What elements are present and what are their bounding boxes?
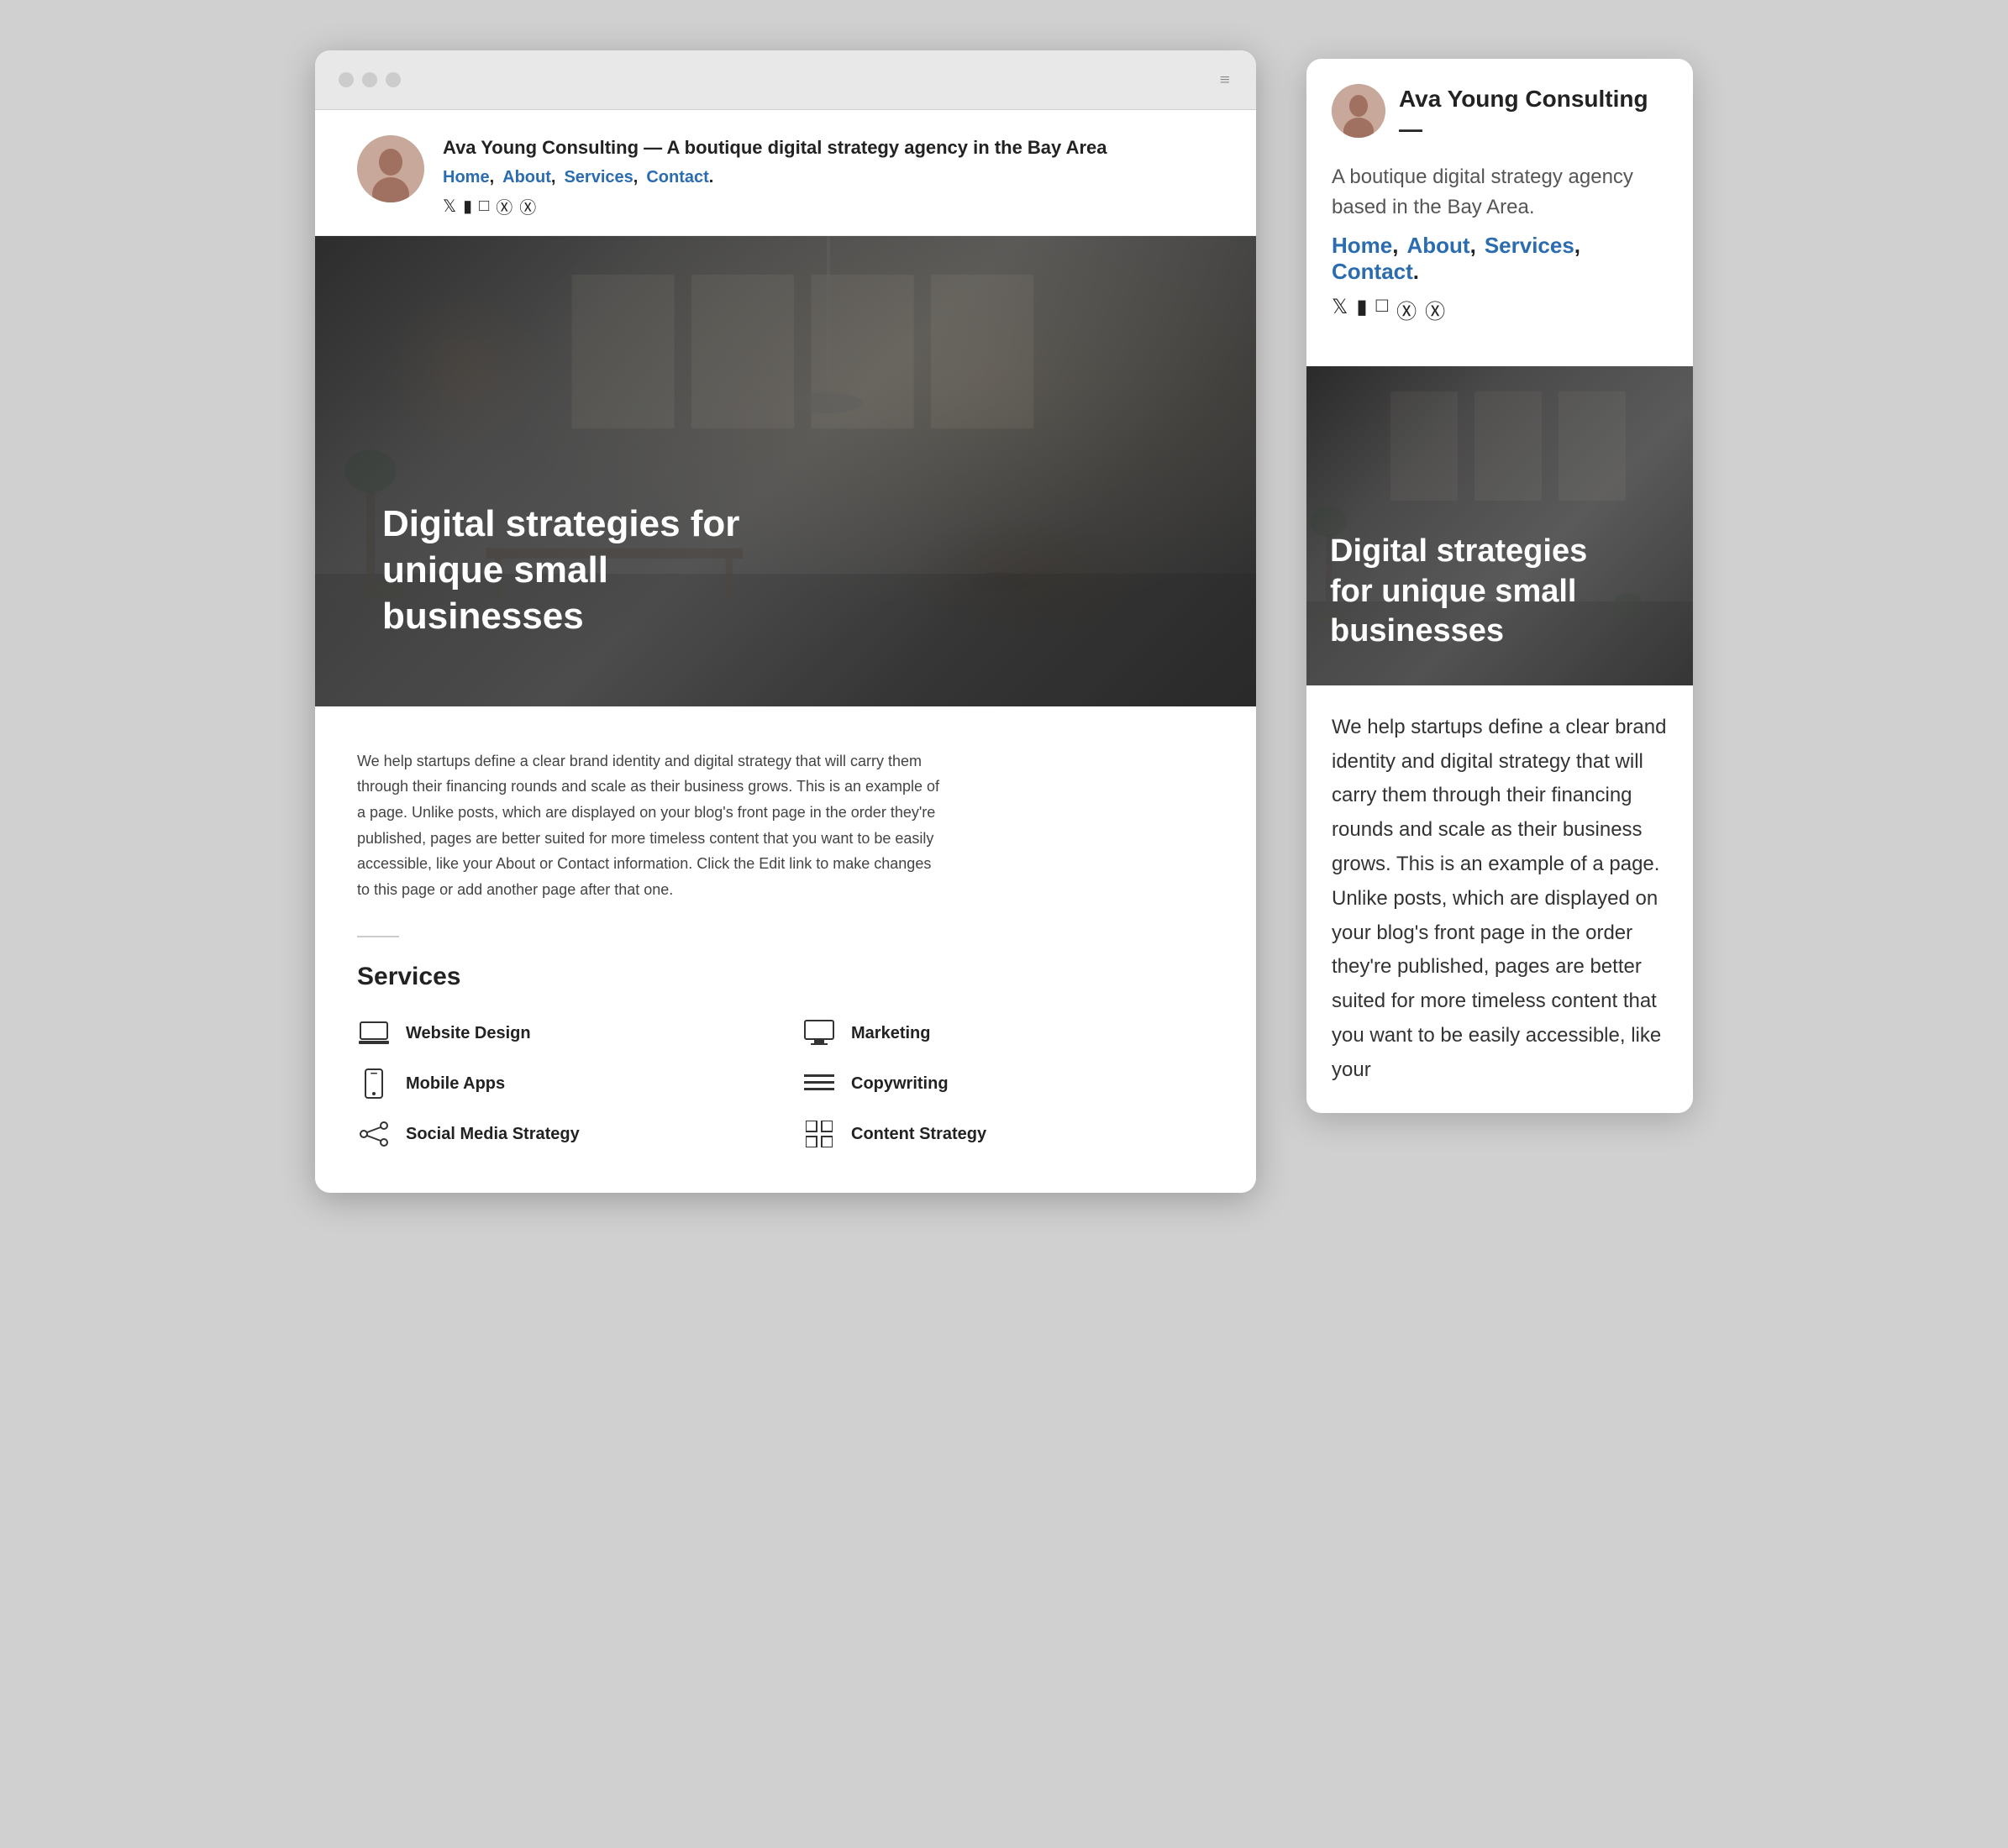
site-name-text: Ava Young Consulting (443, 137, 639, 158)
mobile-nav-services[interactable]: Services (1485, 233, 1585, 258)
mobile-header-content: Ava Young Consulting — A boutique digita… (1306, 59, 1693, 366)
mobile-twitter-icon[interactable]: 𝕏 (1332, 295, 1348, 324)
service-social-media: Social Media Strategy (357, 1117, 769, 1151)
mobile-pinterest-icon[interactable]: Ⓧ (1396, 295, 1417, 324)
mobile-tagline: A boutique digital strategy agency based… (1332, 162, 1668, 223)
share-icon (357, 1117, 391, 1151)
browser-dots (339, 72, 401, 87)
nav-about[interactable]: About (502, 168, 560, 186)
site-header-text: Ava Young Consulting — A boutique digita… (443, 135, 1214, 218)
facebook-icon[interactable]: ▮ (463, 196, 472, 217)
services-grid: Website Design Marketing (357, 1016, 1214, 1151)
service-label-social-media: Social Media Strategy (406, 1125, 580, 1144)
social-icons: 𝕏 ▮ □ Ⓧ Ⓧ (443, 194, 1214, 218)
mobile-site-info: Ava Young Consulting — (1399, 84, 1668, 145)
wordpress-icon[interactable]: Ⓧ (519, 194, 536, 218)
service-copywriting: Copywriting (802, 1067, 1214, 1100)
mobile-header: Ava Young Consulting — (1332, 84, 1668, 145)
monitor-icon (802, 1016, 836, 1050)
hero-text: Digital strategies for unique small busi… (382, 501, 802, 639)
mobile-nav-contact[interactable]: Contact (1332, 259, 1419, 284)
service-label-marketing: Marketing (851, 1024, 930, 1043)
service-website-design: Website Design (357, 1016, 769, 1050)
browser-menu-icon[interactable]: ≡ (1220, 69, 1233, 91)
desktop-nav: Home About Services Contact (443, 168, 1214, 187)
mobile-nav-home[interactable]: Home (1332, 233, 1403, 258)
service-label-content-strategy: Content Strategy (851, 1125, 986, 1144)
service-label-copywriting: Copywriting (851, 1074, 949, 1094)
service-mobile-apps: Mobile Apps (357, 1067, 769, 1100)
desktop-browser-window: ≡ Ava Young Consulting — A boutique digi… (315, 50, 1256, 1193)
avatar (357, 135, 424, 202)
mobile-wordpress-icon[interactable]: Ⓧ (1425, 295, 1445, 324)
content-divider (357, 936, 399, 937)
mobile-avatar (1332, 84, 1385, 138)
mobile-hero: Digital strategies for unique small busi… (1306, 366, 1693, 685)
hero-section: Digital strategies for unique small busi… (315, 236, 1256, 706)
nav-home[interactable]: Home (443, 168, 499, 186)
twitter-icon[interactable]: 𝕏 (443, 196, 456, 217)
phone-icon (357, 1067, 391, 1100)
dot-green (386, 72, 401, 87)
grid-icon (802, 1117, 836, 1151)
site-body-content: We help startups define a clear brand id… (315, 706, 1256, 1194)
mobile-instagram-icon[interactable]: □ (1376, 295, 1389, 324)
services-heading: Services (357, 963, 1214, 991)
mobile-facebook-icon[interactable]: ▮ (1356, 295, 1367, 324)
mobile-nav: Home About Services Contact (1332, 233, 1668, 285)
site-tagline-text: A boutique digital strategy agency in th… (666, 137, 1107, 158)
intro-paragraph: We help startups define a clear brand id… (357, 748, 945, 903)
service-label-website-design: Website Design (406, 1024, 531, 1043)
mobile-intro-text: We help startups define a clear brand id… (1332, 711, 1668, 1088)
nav-services[interactable]: Services (564, 168, 643, 186)
mobile-hero-text: Digital strategies for unique small busi… (1330, 532, 1599, 652)
mobile-nav-about[interactable]: About (1406, 233, 1480, 258)
laptop-icon (357, 1016, 391, 1050)
mobile-body-content: We help startups define a clear brand id… (1306, 685, 1693, 1113)
service-content-strategy: Content Strategy (802, 1117, 1214, 1151)
site-title: Ava Young Consulting — A boutique digita… (443, 135, 1214, 161)
lines-icon (802, 1067, 836, 1100)
nav-contact[interactable]: Contact (646, 168, 713, 186)
site-header: Ava Young Consulting — A boutique digita… (315, 110, 1256, 236)
browser-titlebar: ≡ (315, 50, 1256, 110)
dot-yellow (362, 72, 377, 87)
service-label-mobile-apps: Mobile Apps (406, 1074, 505, 1094)
mobile-site-name: Ava Young Consulting — (1399, 84, 1668, 145)
service-marketing: Marketing (802, 1016, 1214, 1050)
dot-red (339, 72, 354, 87)
mobile-social-icons: 𝕏 ▮ □ Ⓧ Ⓧ (1332, 295, 1668, 324)
mobile-panel: Ava Young Consulting — A boutique digita… (1306, 59, 1693, 1113)
instagram-icon[interactable]: □ (479, 197, 489, 216)
pinterest-icon[interactable]: Ⓧ (496, 194, 513, 218)
